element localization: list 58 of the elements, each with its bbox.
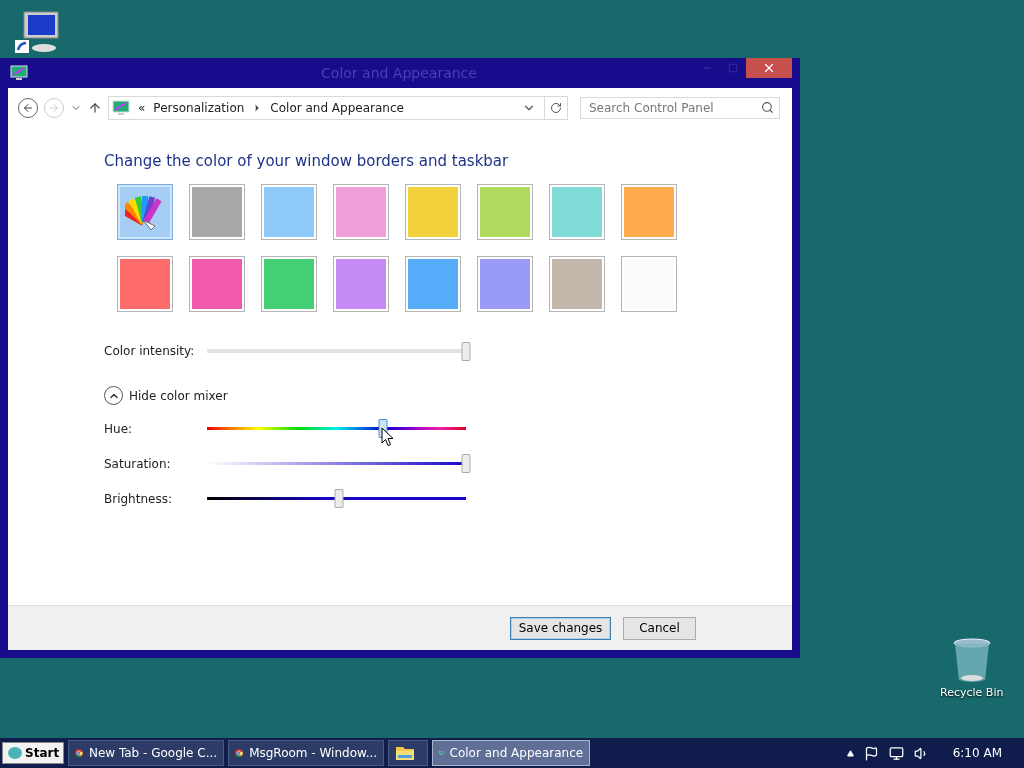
cancel-button[interactable]: Cancel (623, 616, 696, 640)
show-hidden-icons[interactable] (846, 749, 854, 757)
page-heading: Change the color of your window borders and taskbar (104, 152, 510, 170)
color-swatch[interactable] (189, 256, 245, 312)
search-field[interactable]: Search Control Panel (580, 97, 780, 119)
taskbar-button[interactable] (388, 740, 429, 766)
color-swatch[interactable] (477, 184, 533, 240)
up-button[interactable] (88, 101, 102, 115)
breadcrumb[interactable]: Personalization (153, 101, 245, 115)
close-icon (762, 61, 776, 75)
slider-label: Color intensity: (104, 344, 196, 358)
slider-label: Saturation: (104, 456, 172, 471)
refresh-button[interactable] (545, 96, 568, 120)
close-button[interactable] (746, 58, 792, 78)
refresh-icon (550, 102, 562, 114)
taskbar-button[interactable]: New Tab - Google C... (68, 740, 225, 766)
start-button[interactable]: Start (2, 742, 65, 764)
slider-thumb[interactable] (461, 341, 471, 361)
color-swatch[interactable] (621, 184, 677, 240)
color-swatch[interactable] (405, 184, 461, 240)
breadcrumb[interactable]: Color and Appearance (270, 101, 404, 115)
color-swatch[interactable] (549, 256, 605, 312)
back-icon (22, 102, 34, 114)
computer-icon[interactable] (14, 10, 62, 54)
color-swatch[interactable] (621, 256, 677, 312)
color-swatch[interactable] (117, 256, 173, 312)
overflow-crumb[interactable]: « (138, 101, 146, 115)
mixer-toggle[interactable]: Hide color mixer (104, 386, 228, 405)
slider-label: Hue: (104, 421, 134, 436)
slider-label: Brightness: (104, 491, 173, 506)
color-swatch[interactable] (117, 184, 173, 240)
color-swatch[interactable] (261, 184, 317, 240)
color-swatch[interactable] (477, 256, 533, 312)
color-swatch[interactable] (333, 184, 389, 240)
monitor-icon (10, 65, 28, 81)
color-swatch[interactable] (405, 256, 461, 312)
clock[interactable]: 6:10 AM (952, 746, 1002, 760)
save-button[interactable]: Save changes (510, 616, 611, 640)
taskbar-button[interactable]: MsgRoom - Window... (228, 740, 385, 766)
folder-icon (395, 745, 416, 761)
start-orb-icon (7, 746, 23, 760)
maximize-icon (728, 63, 738, 73)
search-icon[interactable] (761, 101, 774, 114)
recycle-bin-icon[interactable] (951, 638, 992, 684)
slider-thumb[interactable] (334, 489, 344, 508)
color-swatch[interactable] (333, 256, 389, 312)
monitor-icon (112, 100, 130, 116)
flag-icon[interactable] (863, 745, 879, 761)
color-swatch[interactable] (189, 184, 245, 240)
taskbar-button[interactable]: Color and Appearance (432, 740, 591, 766)
color-swatch[interactable] (261, 256, 317, 312)
address-bar[interactable]: « Personalization Color and Appearance (108, 96, 545, 120)
forward-icon (48, 102, 60, 114)
mouse-pointer-icon (381, 427, 395, 447)
desktop-icon-label: Recycle Bin (940, 686, 1004, 699)
slider-thumb[interactable] (461, 454, 471, 473)
network-icon[interactable] (888, 745, 904, 761)
color-swatch[interactable] (549, 184, 605, 240)
